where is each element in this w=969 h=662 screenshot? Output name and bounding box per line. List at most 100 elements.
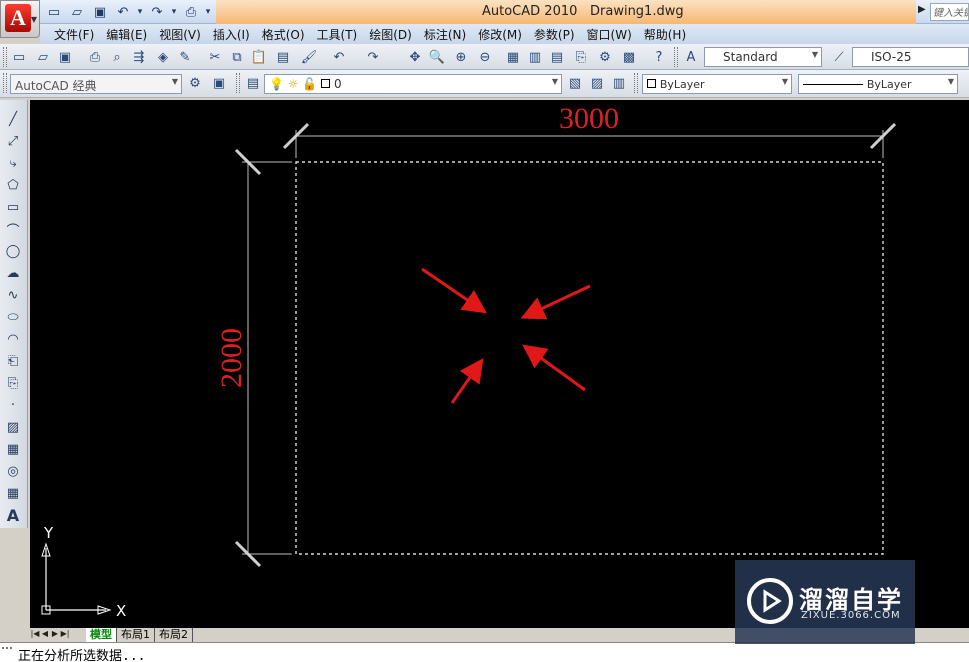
- calculator-icon[interactable]: ▩: [620, 48, 638, 66]
- circle-icon[interactable]: ◯: [4, 242, 22, 260]
- line-icon[interactable]: ╱: [4, 110, 22, 128]
- undo-icon[interactable]: ↶: [330, 48, 348, 66]
- make-object-layer-current-icon[interactable]: ▧: [566, 74, 584, 92]
- plot-icon[interactable]: ⎙: [86, 48, 104, 66]
- ellipse-arc-icon[interactable]: ◠: [4, 330, 22, 348]
- tab-model[interactable]: 模型: [86, 628, 117, 642]
- plot-icon[interactable]: ⎙: [181, 3, 201, 21]
- layer-states-icon[interactable]: ▥: [610, 74, 628, 92]
- text-style-icon[interactable]: A: [682, 48, 700, 66]
- infocenter-search-input[interactable]: 键入关键字: [930, 3, 969, 21]
- linetype-control-select[interactable]: ByLayer ▼: [798, 74, 958, 94]
- redo-dropdown-icon[interactable]: ▾: [170, 3, 178, 21]
- menu-insert[interactable]: 插入(I): [207, 26, 256, 43]
- copy-icon[interactable]: ⧉: [228, 48, 246, 66]
- markup-icon[interactable]: ✎: [176, 48, 194, 66]
- multiline-text-icon[interactable]: A: [4, 506, 22, 525]
- sheet-set-icon[interactable]: ⎘: [572, 48, 590, 66]
- match-properties-icon[interactable]: 🖌: [300, 48, 318, 66]
- dim-style-icon[interactable]: ⟋: [830, 48, 848, 66]
- dim-text-horizontal[interactable]: 3000: [559, 102, 619, 135]
- zoom-window-icon[interactable]: ⊕: [452, 48, 470, 66]
- gradient-icon[interactable]: ▦: [4, 440, 22, 458]
- menu-help[interactable]: 帮助(H): [638, 26, 692, 43]
- table-icon[interactable]: ▦: [4, 484, 22, 502]
- design-center-icon[interactable]: ▥: [526, 48, 544, 66]
- menu-modify[interactable]: 修改(M): [472, 26, 528, 43]
- zoom-previous-icon[interactable]: ⊖: [476, 48, 494, 66]
- command-line[interactable]: 正在分析所选数据...: [0, 642, 969, 662]
- undo-dropdown-icon[interactable]: ▾: [136, 3, 144, 21]
- pan-icon[interactable]: ✥: [406, 48, 424, 66]
- menu-draw[interactable]: 绘图(D): [363, 26, 418, 43]
- tab-layout2[interactable]: 布局2: [155, 628, 193, 642]
- save-icon[interactable]: ▣: [90, 3, 110, 21]
- help-icon[interactable]: ?: [650, 48, 668, 66]
- menu-tools[interactable]: 工具(T): [311, 26, 364, 43]
- tool-palettes-icon[interactable]: ▤: [548, 48, 566, 66]
- color-control-select[interactable]: ByLayer ▼: [642, 74, 792, 94]
- markup-manager-icon[interactable]: ⚙: [596, 48, 614, 66]
- prev-tab-icon[interactable]: ◀: [40, 629, 50, 641]
- open-icon[interactable]: ▱: [34, 48, 52, 66]
- polyline-icon[interactable]: ⤷: [4, 154, 22, 172]
- plot-preview-icon[interactable]: ⌕: [108, 48, 126, 66]
- revision-cloud-icon[interactable]: ☁: [4, 264, 22, 282]
- infocenter-toggle-icon[interactable]: ▶: [918, 4, 926, 15]
- tab-layout1[interactable]: 布局1: [117, 628, 155, 642]
- new-icon[interactable]: ▭: [44, 3, 64, 21]
- arc-icon[interactable]: ⌒: [4, 220, 22, 239]
- first-tab-icon[interactable]: |◀: [30, 629, 40, 641]
- zoom-realtime-icon[interactable]: 🔍: [428, 48, 446, 66]
- next-tab-icon[interactable]: ▶: [50, 629, 60, 641]
- toolbar-grip[interactable]: [674, 47, 678, 67]
- undo-icon[interactable]: ↶: [113, 3, 133, 21]
- toolbar-grip[interactable]: [3, 47, 7, 67]
- qat-menu-icon[interactable]: ▾: [204, 3, 212, 21]
- menu-file[interactable]: 文件(F): [48, 26, 100, 43]
- insert-block-icon[interactable]: ⎗: [4, 352, 22, 370]
- layer-properties-icon[interactable]: ▤: [244, 74, 262, 92]
- selected-rectangle[interactable]: [295, 161, 884, 555]
- qnew-icon[interactable]: ▭: [10, 48, 28, 66]
- layer-previous-icon[interactable]: ▨: [588, 74, 606, 92]
- redo-icon[interactable]: ↷: [364, 48, 382, 66]
- 3d-dwf-icon[interactable]: ◈: [154, 48, 172, 66]
- open-icon[interactable]: ▱: [67, 3, 87, 21]
- properties-icon[interactable]: ▦: [504, 48, 522, 66]
- publish-icon[interactable]: ⇶: [130, 48, 148, 66]
- dim-style-select[interactable]: ISO-25: [852, 47, 969, 67]
- drawing-canvas[interactable]: 3000 2000 Y X: [30, 100, 969, 628]
- workspace-settings-icon[interactable]: ⚙: [186, 74, 204, 92]
- toolbar-grip[interactable]: [3, 73, 7, 93]
- toolbar-grip[interactable]: [634, 73, 638, 93]
- menu-window[interactable]: 窗口(W): [581, 26, 638, 43]
- region-icon[interactable]: ◎: [4, 462, 22, 480]
- save-icon[interactable]: ▣: [56, 48, 74, 66]
- construction-line-icon[interactable]: ⤢: [4, 132, 22, 150]
- ellipse-icon[interactable]: ⬭: [4, 308, 22, 326]
- rectangle-icon[interactable]: ▭: [4, 198, 22, 216]
- menu-edit[interactable]: 编辑(E): [100, 26, 153, 43]
- layer-select[interactable]: 💡 ☼ 🔓 0 ▼: [264, 74, 562, 94]
- paste-block-icon[interactable]: ▤: [274, 48, 292, 66]
- menu-parametric[interactable]: 参数(P): [528, 26, 581, 43]
- toolbar-grip[interactable]: [236, 73, 240, 93]
- make-block-icon[interactable]: ⎘: [4, 374, 22, 392]
- cut-icon[interactable]: ✂: [206, 48, 224, 66]
- text-style-select[interactable]: Standard ▼: [704, 47, 822, 67]
- workspace-save-icon[interactable]: ▣: [210, 74, 228, 92]
- paste-icon[interactable]: 📋: [250, 48, 268, 66]
- hatch-icon[interactable]: ▨: [4, 418, 22, 436]
- menu-format[interactable]: 格式(O): [256, 26, 311, 43]
- point-icon[interactable]: ·: [4, 396, 22, 414]
- polygon-icon[interactable]: ⬠: [4, 176, 22, 194]
- menu-dimension[interactable]: 标注(N): [418, 26, 472, 43]
- dim-text-vertical[interactable]: 2000: [215, 328, 248, 388]
- redo-icon[interactable]: ↷: [147, 3, 167, 21]
- menu-view[interactable]: 视图(V): [153, 26, 207, 43]
- application-menu-button[interactable]: A ▼: [0, 0, 40, 38]
- workspace-select[interactable]: AutoCAD 经典 ▼: [10, 74, 182, 94]
- spline-icon[interactable]: ∿: [4, 286, 22, 304]
- last-tab-icon[interactable]: ▶|: [60, 629, 70, 641]
